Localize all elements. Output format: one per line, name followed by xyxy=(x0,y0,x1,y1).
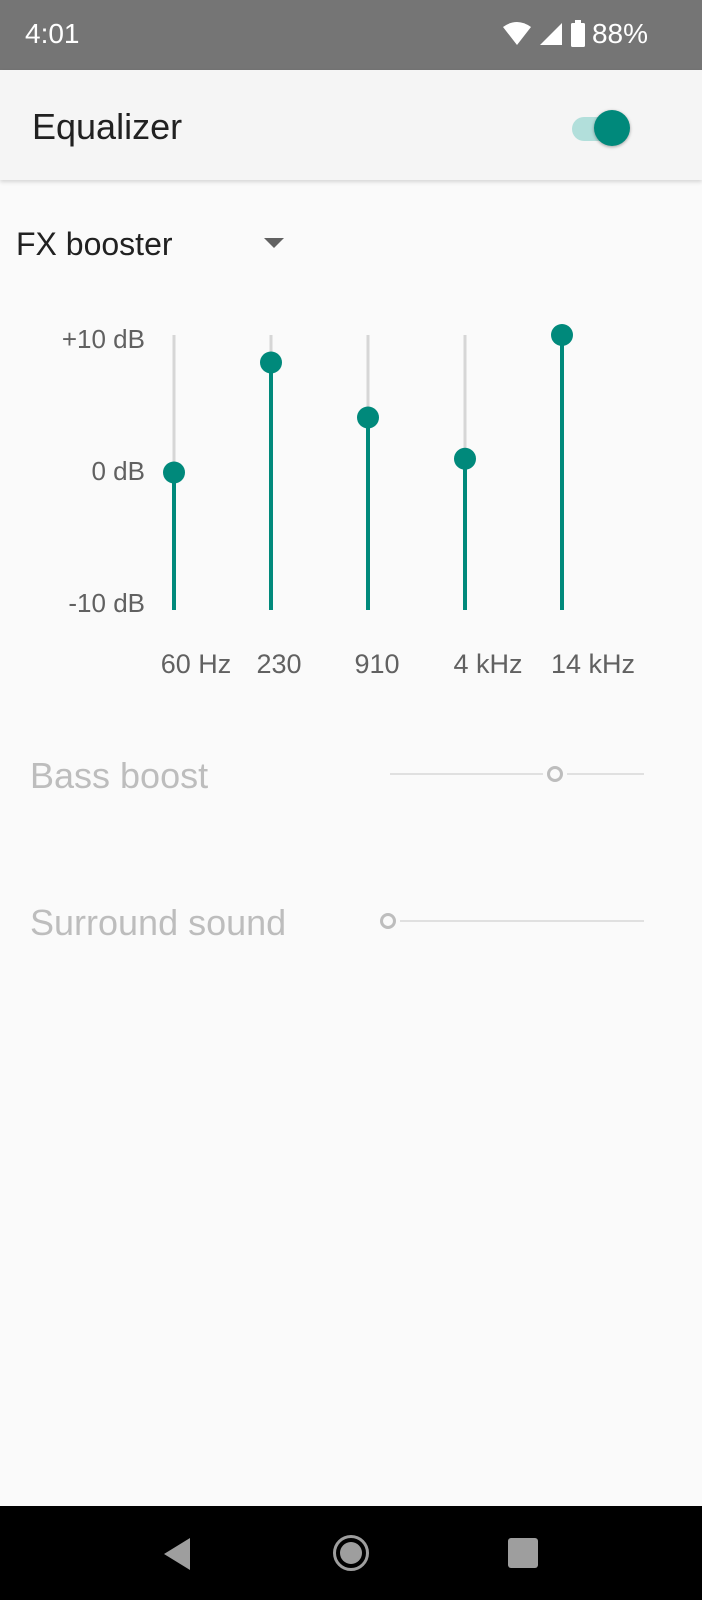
app-bar: Equalizer xyxy=(0,70,702,180)
recents-icon[interactable] xyxy=(508,1538,538,1568)
band-thumb[interactable] xyxy=(454,447,476,470)
db-scale-label: 0 dB xyxy=(92,456,146,486)
bass-boost-label: Bass boost xyxy=(30,755,209,796)
band-thumb[interactable] xyxy=(163,461,185,484)
band-thumb[interactable] xyxy=(357,406,379,429)
band-frequency-label: 14 kHz xyxy=(551,649,635,679)
status-bar: 4:01 88% xyxy=(0,0,702,70)
slider-track-right xyxy=(567,773,644,775)
band-slider[interactable] xyxy=(454,335,476,610)
band-thumb[interactable] xyxy=(551,324,573,346)
page-title: Equalizer xyxy=(32,106,183,147)
toggle-thumb xyxy=(594,110,630,146)
band-frequency-label: 910 xyxy=(354,649,399,679)
band-frequency-label: 60 Hz xyxy=(161,649,232,679)
bass-boost-slider[interactable] xyxy=(390,759,644,789)
band-slider[interactable] xyxy=(357,335,379,610)
home-icon-inner xyxy=(340,1542,362,1564)
band-slider[interactable] xyxy=(260,335,282,610)
back-icon[interactable] xyxy=(160,1536,194,1572)
slider-thumb[interactable] xyxy=(380,913,396,929)
home-icon[interactable] xyxy=(333,1535,369,1571)
battery-icon xyxy=(570,20,585,47)
battery-percent: 88% xyxy=(591,18,648,49)
equalizer-bands: +10 dB 0 dB -10 dB 60 Hz 230 910 4 kHz 14 kHz xyxy=(62,324,635,679)
status-time: 4:01 xyxy=(25,18,80,49)
band-frequency-label: 230 xyxy=(256,649,301,679)
status-icons: 88% xyxy=(502,18,648,50)
dropdown-arrow-icon xyxy=(264,238,284,248)
wifi-icon xyxy=(502,22,531,45)
slider-thumb[interactable] xyxy=(547,766,563,782)
surround-sound-label: Surround sound xyxy=(30,902,287,943)
band-slider[interactable] xyxy=(551,324,573,610)
signal-icon xyxy=(539,23,562,45)
preset-dropdown[interactable]: FX booster xyxy=(16,222,296,266)
preset-selected-value: FX booster xyxy=(16,225,173,262)
band-frequency-label: 4 kHz xyxy=(453,649,522,679)
band-slider[interactable] xyxy=(163,335,185,610)
slider-track-left xyxy=(390,773,543,775)
slider-track-right xyxy=(400,920,644,922)
band-thumb[interactable] xyxy=(260,351,282,374)
navigation-bar xyxy=(0,1506,702,1600)
surround-sound-slider[interactable] xyxy=(380,906,644,936)
db-scale-label: +10 dB xyxy=(62,324,145,354)
db-scale-label: -10 dB xyxy=(68,588,145,618)
equalizer-toggle[interactable] xyxy=(568,107,636,146)
